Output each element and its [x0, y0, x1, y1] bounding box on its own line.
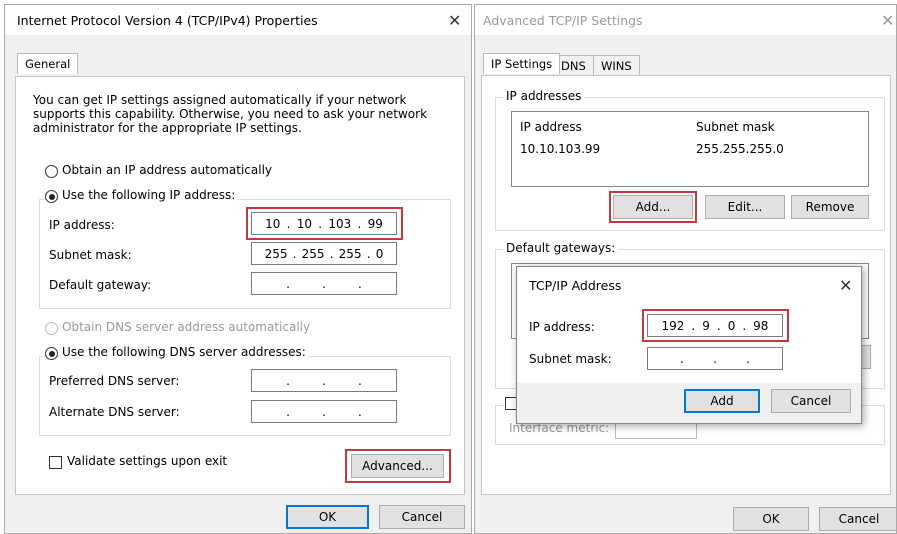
mask-octet-2: 255 [301, 246, 325, 261]
ip-address-label: IP address: [49, 218, 115, 232]
alternate-dns-label: Alternate DNS server: [49, 405, 180, 419]
ok-button[interactable]: OK [286, 505, 369, 529]
popup-cancel-button[interactable]: Cancel [771, 389, 851, 413]
column-header-ip[interactable]: IP address [520, 120, 582, 134]
popup-mask-label: Subnet mask: [529, 352, 612, 366]
cancel-button[interactable]: Cancel [379, 505, 465, 529]
subnet-mask-input[interactable]: 255. 255. 255. 0 [251, 242, 397, 265]
mask-octet-1: 255 [264, 246, 288, 261]
title-bar: Advanced TCP/IP Settings ✕ [475, 5, 896, 35]
validate-checkbox-label: Validate settings upon exit [67, 454, 228, 468]
default-gateway-input[interactable]: ... [251, 272, 397, 295]
popup-add-button[interactable]: Add [684, 389, 760, 413]
radio-use-following-dns-label: Use the following DNS server addresses: [59, 345, 309, 359]
tcpip-address-popup: TCP/IP Address ✕ IP address: 192. 9. 0. … [516, 266, 862, 424]
column-header-mask[interactable]: Subnet mask [696, 120, 775, 134]
cancel-button[interactable]: Cancel [819, 507, 896, 531]
default-gateway-label: Default gateway: [49, 278, 152, 292]
radio-use-following-dns[interactable] [45, 347, 58, 360]
tab-wins[interactable]: WINS [593, 55, 640, 76]
close-icon[interactable]: ✕ [881, 11, 894, 30]
advanced-button-highlight [345, 449, 451, 483]
ok-button[interactable]: OK [733, 507, 809, 531]
popup-mask-input[interactable]: ... [647, 347, 783, 370]
dialog-title: Advanced TCP/IP Settings [483, 13, 643, 28]
alternate-dns-input[interactable]: ... [251, 400, 397, 423]
list-row-mask[interactable]: 255.255.255.0 [696, 142, 784, 156]
dialog-title: Internet Protocol Version 4 (TCP/IPv4) P… [17, 13, 318, 28]
ipv4-properties-dialog: Internet Protocol Version 4 (TCP/IPv4) P… [4, 4, 472, 534]
radio-obtain-ip-auto-label: Obtain an IP address automatically [62, 163, 273, 177]
mask-octet-4: 0 [375, 246, 384, 261]
popup-ip-label: IP address: [529, 320, 595, 334]
popup-ip-highlight [642, 309, 789, 342]
radio-use-following-ip[interactable] [45, 190, 58, 203]
close-icon[interactable]: ✕ [448, 11, 461, 30]
radio-use-following-ip-label: Use the following IP address: [59, 188, 239, 202]
default-gateways-group-title: Default gateways: [503, 241, 619, 255]
subnet-mask-label: Subnet mask: [49, 248, 132, 262]
mask-octet-3: 255 [338, 246, 362, 261]
list-row-ip[interactable]: 10.10.103.99 [520, 142, 600, 156]
manual-dns-group [39, 356, 451, 436]
radio-obtain-dns-auto-label: Obtain DNS server address automatically [62, 320, 311, 334]
edit-ip-button[interactable]: Edit... [705, 195, 785, 219]
close-icon[interactable]: ✕ [839, 276, 852, 295]
ip-address-list[interactable]: IP address Subnet mask 10.10.103.99 255.… [511, 111, 869, 187]
tab-ip-settings[interactable]: IP Settings [483, 53, 561, 74]
radio-obtain-dns-auto[interactable] [45, 322, 58, 335]
ip-address-highlight [246, 207, 403, 240]
title-bar: Internet Protocol Version 4 (TCP/IPv4) P… [5, 5, 471, 35]
remove-ip-button[interactable]: Remove [791, 195, 869, 219]
ip-addresses-group-title: IP addresses [503, 89, 585, 103]
title-bar: TCP/IP Address ✕ [517, 267, 861, 303]
preferred-dns-input[interactable]: ... [251, 369, 397, 392]
popup-title: TCP/IP Address [529, 278, 622, 293]
validate-checkbox[interactable] [49, 456, 62, 469]
preferred-dns-label: Preferred DNS server: [49, 374, 180, 388]
tab-general[interactable]: General [17, 53, 79, 74]
description-text: You can get IP settings assigned automat… [33, 93, 428, 135]
add-ip-button-highlight [609, 191, 697, 223]
radio-obtain-ip-auto[interactable] [45, 165, 58, 178]
